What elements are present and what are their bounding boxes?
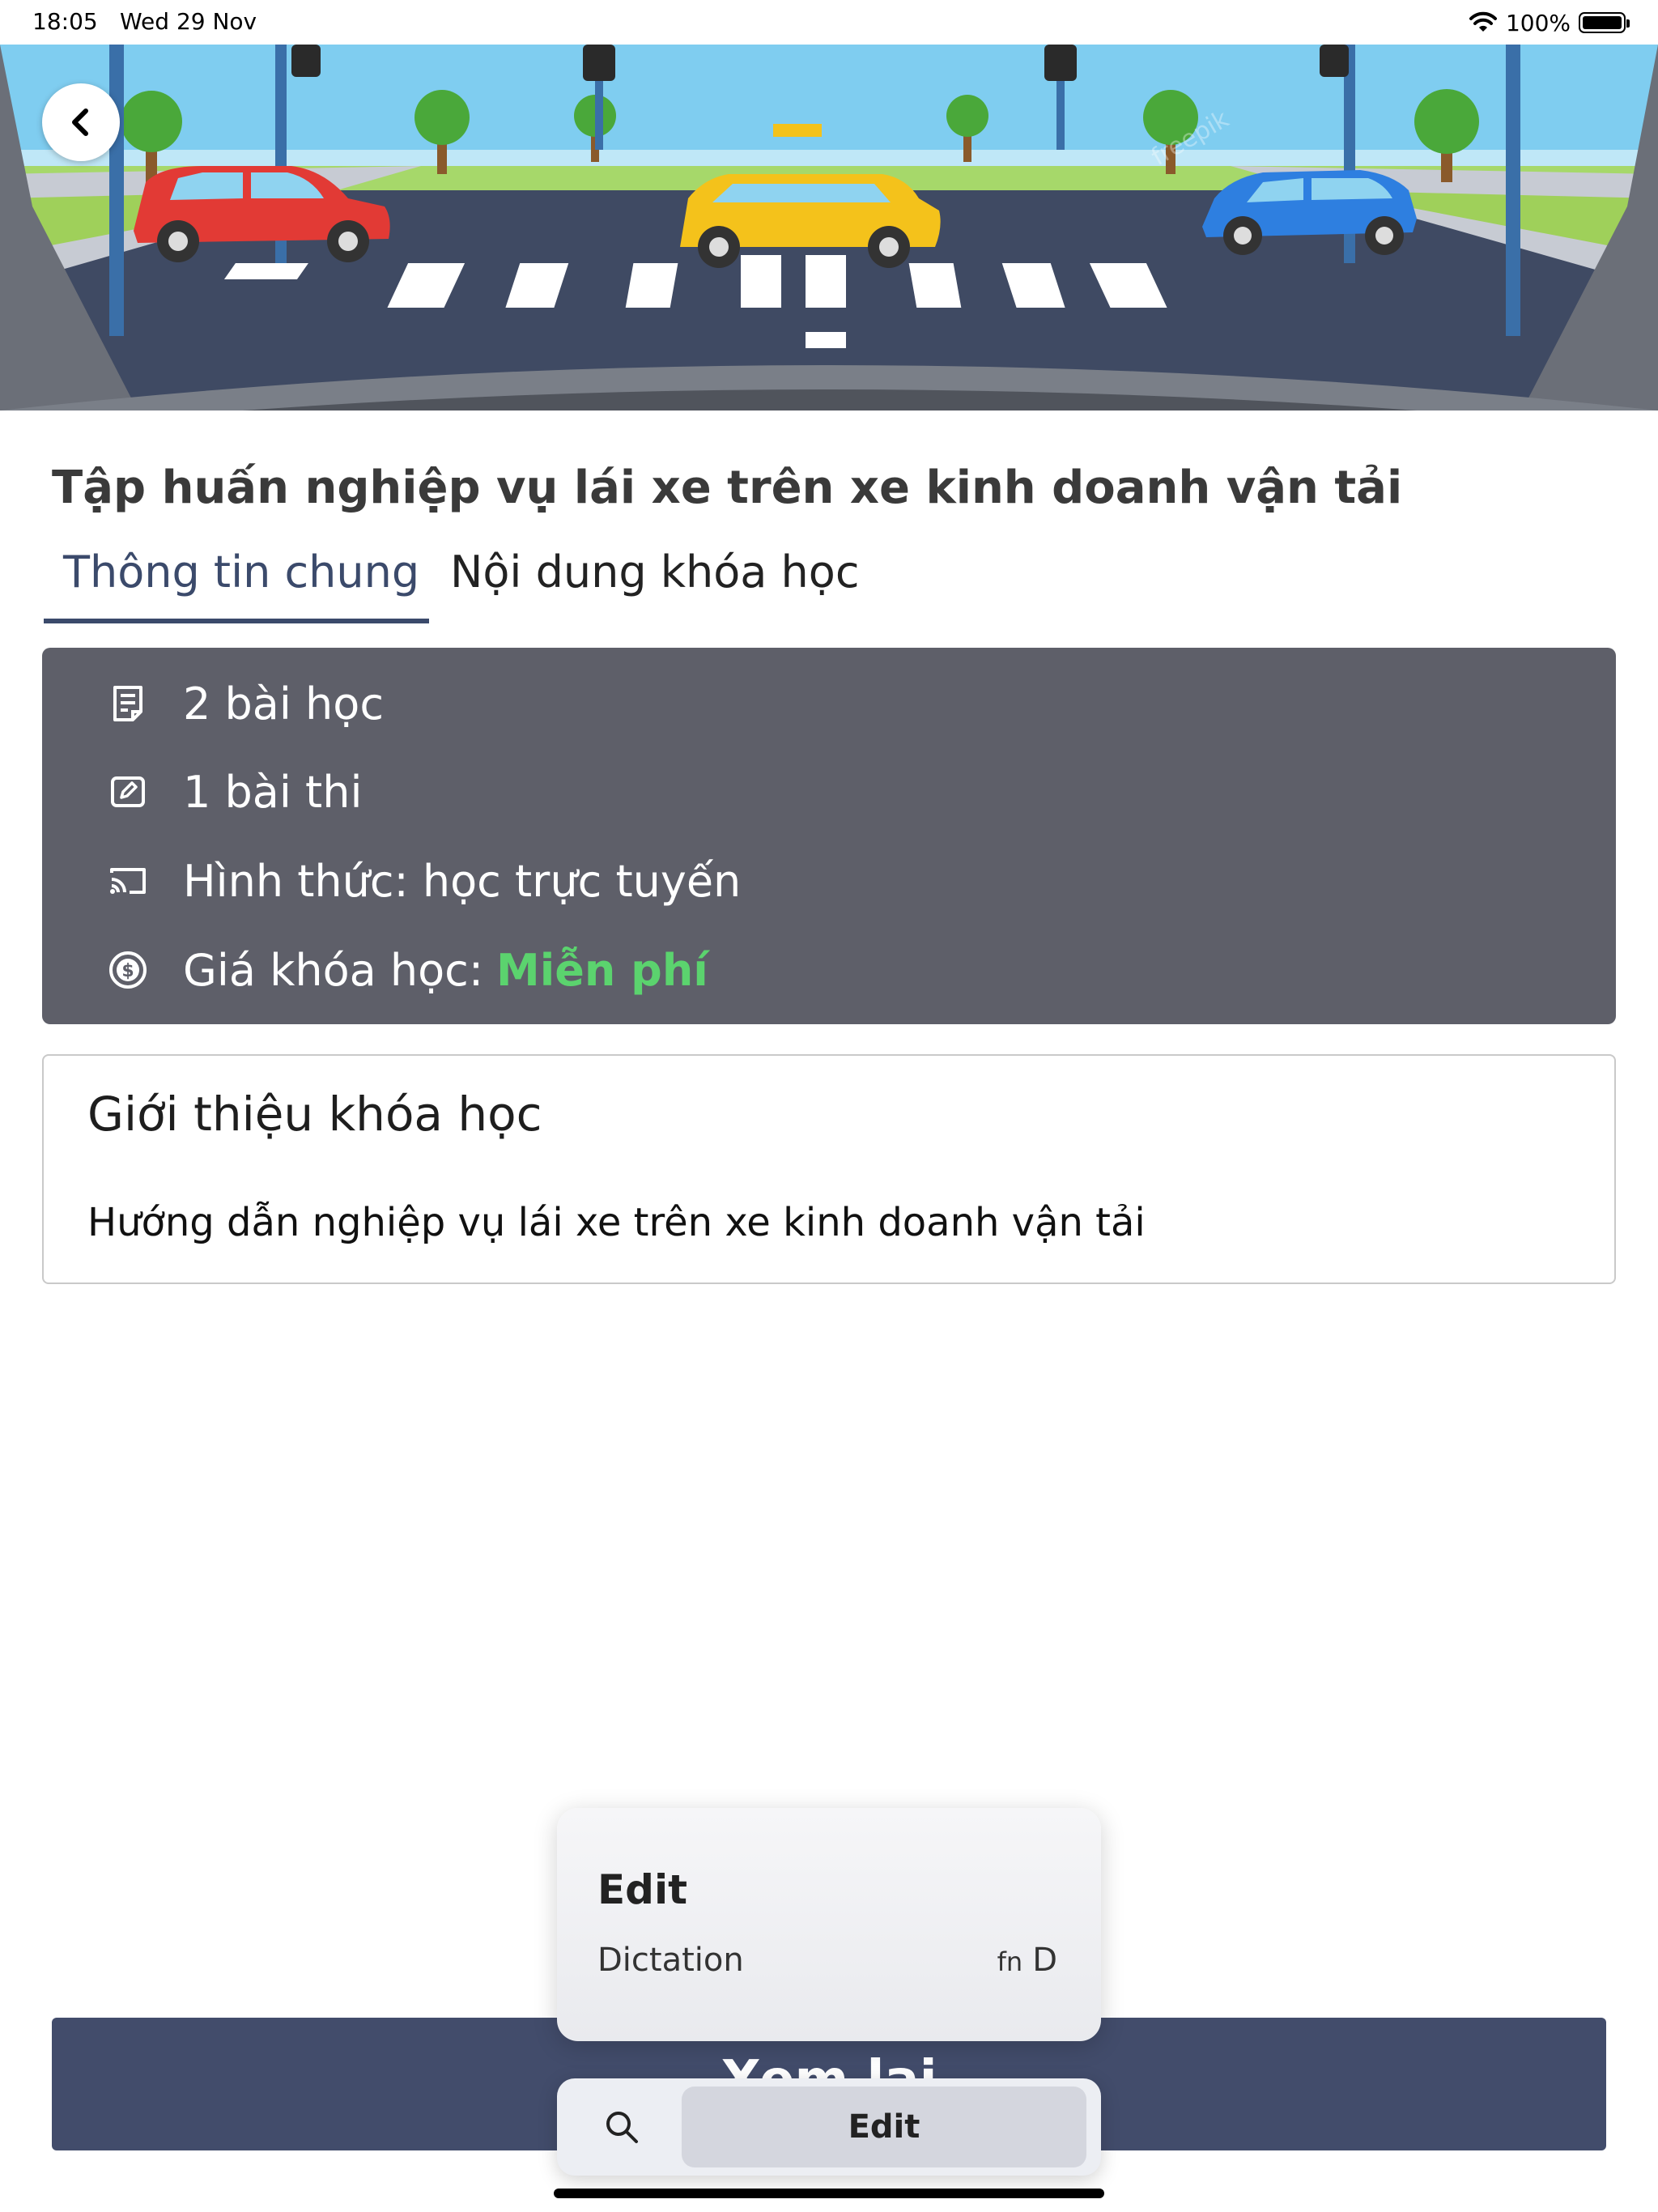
edit-square-icon [105, 769, 151, 815]
learning-format: Hình thức: học trực tuyến [183, 855, 742, 907]
intro-description: Hướng dẫn nghiệp vụ lái xe trên xe kinh … [87, 1200, 1146, 1245]
search-icon[interactable] [602, 2108, 641, 2146]
price-label: Giá khóa học: [183, 944, 484, 996]
tab-general-info[interactable]: Thông tin chung [44, 538, 429, 623]
edit-menu-button-label: Edit [848, 2108, 920, 2146]
shortcut-fn-key: fn [997, 1946, 1023, 1977]
intersection-illustration: freepik [0, 45, 1658, 410]
course-info-card: 2 bài học 1 bài thi Hình thức: học trực … [42, 648, 1616, 1024]
course-title: Tập huấn nghiệp vụ lái xe trên xe kinh d… [52, 462, 1403, 514]
edit-menu-popup: Edit Dictation fn D [557, 1808, 1101, 2041]
info-row-format: Hình thức: học trực tuyến [105, 855, 742, 907]
info-row-lessons: 2 bài học [105, 678, 385, 730]
home-indicator[interactable] [554, 2189, 1104, 2198]
status-date: Wed 29 Nov [120, 8, 257, 35]
active-tab-indicator [44, 619, 429, 623]
chevron-left-icon [72, 108, 88, 136]
battery-icon [1579, 12, 1630, 33]
tab-general-info-label: Thông tin chung [63, 547, 420, 598]
exams-count: 1 bài thi [183, 766, 363, 818]
document-icon [105, 681, 151, 726]
status-bar: 18:05 Wed 29 Nov 100% [0, 0, 1658, 45]
status-time: 18:05 [32, 8, 98, 35]
cast-icon [105, 858, 151, 904]
edit-menu-title: Edit [597, 1866, 687, 1913]
keyboard-shortcut-bar: Edit [557, 2078, 1101, 2176]
info-row-exams: 1 bài thi [105, 766, 363, 818]
course-hero-image: freepik [0, 45, 1658, 410]
edit-menu-button[interactable]: Edit [682, 2087, 1086, 2167]
battery-percent: 100% [1505, 9, 1571, 36]
svg-text:$: $ [121, 961, 134, 981]
info-row-price: $ Giá khóa học: Miễn phí [105, 944, 708, 996]
dollar-circle-icon: $ [105, 947, 151, 993]
dictation-shortcut: fn D [997, 1942, 1057, 1979]
price-value: Miễn phí [496, 944, 708, 996]
intro-heading: Giới thiệu khóa học [87, 1087, 542, 1142]
back-button[interactable] [42, 83, 120, 161]
tab-course-content-label: Nội dung khóa học [450, 547, 860, 598]
shortcut-d-key: D [1032, 1942, 1057, 1979]
course-intro-card: Giới thiệu khóa học Hướng dẫn nghiệp vụ … [42, 1054, 1616, 1284]
dictation-menu-item[interactable]: Dictation [597, 1942, 744, 1979]
lessons-count: 2 bài học [183, 678, 385, 730]
status-right: 100% [1469, 6, 1630, 39]
wifi-icon [1469, 11, 1497, 32]
